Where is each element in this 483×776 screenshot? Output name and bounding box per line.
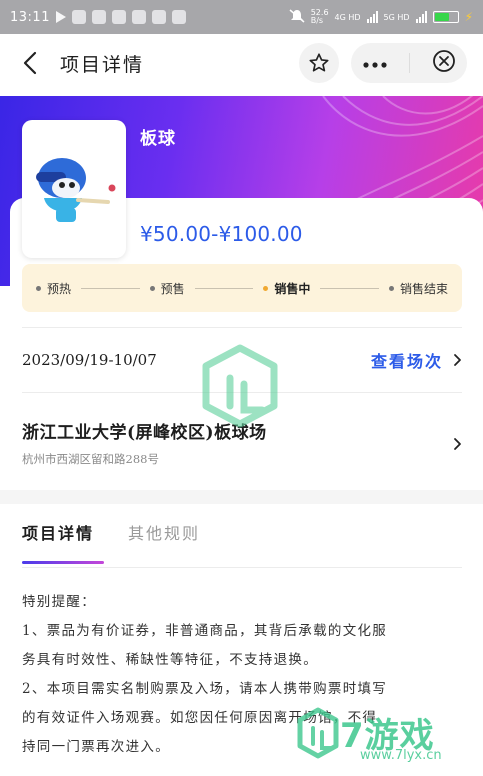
star-icon (309, 53, 329, 72)
browser-app-icon (91, 10, 106, 24)
detail-tabs: 项目详情 其他规则 (22, 520, 462, 566)
step-label: 预售 (160, 281, 185, 296)
divider (22, 327, 462, 328)
status-time: 13:11 (10, 9, 50, 25)
signal-2-icon (415, 11, 427, 23)
step-dot (36, 285, 41, 291)
signal-1-icon (366, 11, 378, 23)
status-bar: 13:11 52.6 B/s 4G HD 5G HD ⚡ (0, 0, 483, 34)
mute-icon (289, 9, 305, 25)
mini-program-capsule (351, 43, 467, 83)
step-label: 销售结束 (399, 281, 448, 296)
battery-icon (432, 11, 459, 23)
notice-line: 2、本项目需实名制购票及入场，请本人携带购票时填写 (22, 681, 388, 697)
chevron-right-icon (454, 354, 461, 366)
step-dot-active (263, 285, 269, 291)
view-sessions-link[interactable]: 查看场次 (371, 348, 462, 372)
step-connector (81, 287, 140, 289)
favorite-button[interactable] (299, 43, 339, 83)
mail-app-icon (151, 10, 166, 24)
gallery-app-icon (131, 10, 146, 24)
session-date: 2023/09/19-10/07 (22, 351, 157, 369)
sale-status-steps: 预热 预售 销售中 销售结束 (22, 264, 462, 312)
close-icon[interactable] (432, 49, 456, 77)
charging-icon: ⚡ (464, 10, 473, 24)
watermark-url: www.7lyx.cn (360, 748, 442, 763)
video-app-icon (55, 11, 66, 23)
cricket-mascot-image (36, 158, 116, 222)
message-app-icon (111, 10, 126, 24)
step-dot (149, 285, 155, 291)
step-sale-ended: 销售结束 (388, 280, 448, 297)
event-poster[interactable] (22, 120, 126, 258)
step-connector (194, 287, 254, 289)
page-title: 项目详情 (60, 53, 145, 76)
watermark-logo-icon (202, 344, 278, 428)
notification-app-icon (71, 10, 86, 24)
notice-line: 1、票品为有价证券，非普通商品，其背后承载的文化服 (22, 623, 388, 639)
step-on-sale: 销售中 (263, 280, 310, 297)
notice-heading: 特别提醒： (22, 594, 96, 610)
step-preheat: 预热 (36, 280, 71, 297)
network-speed-unit: B/s (310, 16, 324, 25)
step-connector (320, 287, 379, 289)
network-1-label: 4G HD (334, 12, 361, 22)
price-range: ¥50.00-¥100.00 (140, 222, 303, 246)
more-icon[interactable] (362, 54, 388, 73)
chevron-right-icon (453, 436, 462, 455)
step-label: 预热 (47, 281, 72, 296)
back-icon[interactable] (16, 49, 44, 77)
step-dot (388, 285, 394, 291)
nav-bar: 项目详情 (0, 34, 483, 92)
settings-app-icon (171, 10, 186, 24)
notice-line: 务具有时效性、稀缺性等特征，不支持退换。 (22, 652, 318, 668)
divider (22, 567, 462, 568)
section-gap (0, 490, 483, 504)
step-presale: 预售 (149, 280, 185, 297)
network-2-label: 5G HD (383, 12, 410, 22)
tab-other-rules[interactable]: 其他规则 (128, 520, 200, 550)
step-label: 销售中 (274, 281, 311, 296)
capsule-divider (409, 53, 411, 73)
event-name: 板球 (140, 129, 176, 149)
view-sessions-label: 查看场次 (370, 352, 443, 371)
venue-address: 杭州市西湖区留和路288号 (22, 452, 159, 466)
tab-project-details[interactable]: 项目详情 (22, 520, 105, 564)
